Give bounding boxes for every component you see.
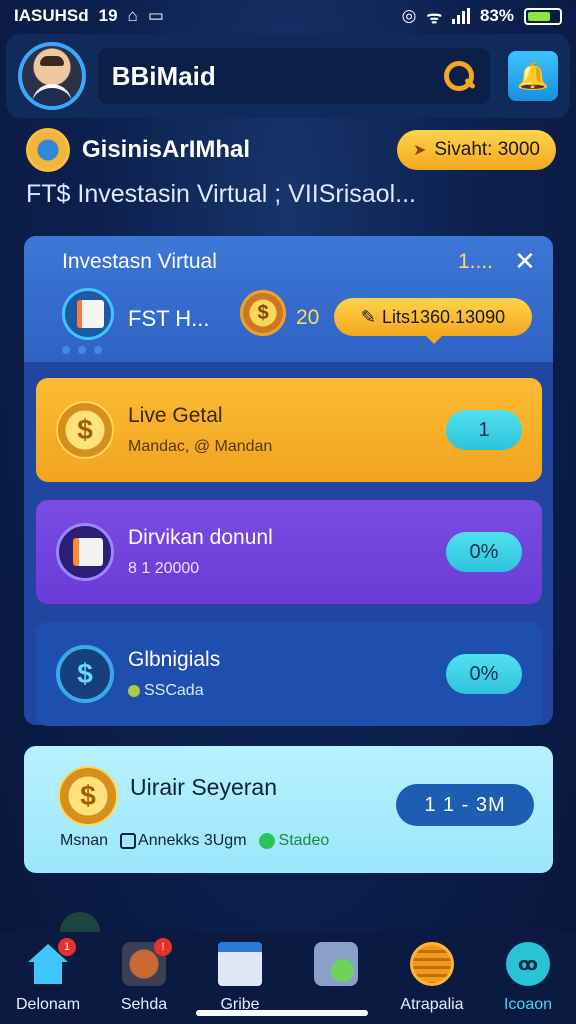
card-subtitle: Mandac, @ Mandan — [128, 438, 273, 455]
panel-header: Investasn Virtual 1.... ✕ FST H... $ 20 … — [24, 236, 553, 362]
notification-badge: 1 — [58, 938, 76, 956]
clock: 19 — [98, 6, 118, 25]
search-icon[interactable] — [442, 59, 476, 93]
tab-label: Icoaon — [503, 996, 553, 1013]
shield-icon: $ — [56, 645, 114, 703]
card-badge[interactable]: 0% — [446, 532, 522, 572]
window-icon — [218, 942, 262, 986]
pager-dots — [62, 346, 102, 354]
bell-icon: 🔔 — [516, 60, 550, 91]
panel-count: 1.... — [458, 250, 494, 273]
brand-name: GisinisArIMhal — [82, 136, 251, 163]
tooltip-text: Lits1360.13090 — [381, 306, 506, 327]
card-text: Dirvikan donunl 8 1 20000 — [128, 526, 446, 578]
card-live[interactable]: $ Live Getal Mandac, @ Mandan 1 — [36, 378, 542, 482]
dollar-coin-icon: $ — [58, 766, 118, 826]
brand-logo-icon — [26, 128, 70, 172]
card-subtitle-text: SSCada — [144, 682, 204, 699]
card-text: Glbnigials SSCada — [128, 648, 446, 700]
status-right: ◎ ᯤ 83% — [402, 5, 562, 28]
carrier-label: IASUHSd — [14, 6, 89, 25]
peek-content — [60, 908, 260, 952]
tab-label: Delonam — [15, 996, 81, 1013]
tab-list[interactable]: Atrapalia — [384, 942, 480, 1024]
card-badge[interactable]: 0% — [446, 654, 522, 694]
card-subtitle: 8 1 20000 — [128, 560, 200, 577]
brand: GisinisArIMhal — [26, 128, 250, 172]
app-header: BBiMaid 🔔 — [6, 34, 570, 118]
dollar-coin-icon: $ — [56, 401, 114, 459]
range-badge[interactable]: 1 1 - 3M — [396, 784, 534, 826]
card-subtitle: SSCada — [128, 682, 446, 700]
meta-info-text: Annekks 3Ugm — [138, 832, 247, 849]
bell-button[interactable]: 🔔 — [508, 51, 559, 101]
investment-panel: Investasn Virtual 1.... ✕ FST H... $ 20 … — [24, 236, 553, 726]
subheading: FT$ Investasin Virtual ; VIISrisaol... — [26, 180, 416, 208]
alarm-icon: ◎ — [401, 6, 417, 25]
search-input[interactable]: BBiMaid — [97, 48, 491, 104]
message-icon: ▭ — [147, 6, 164, 25]
wifi-icon: ᯤ — [426, 7, 442, 27]
savings-card[interactable]: $ Uirair Seyeran 1 1 - 3M Msnan Annekks … — [24, 746, 553, 873]
battery-icon — [524, 7, 562, 25]
tab-label: Sehda — [120, 996, 168, 1013]
meta-info: Annekks 3Ugm — [120, 832, 247, 850]
basket-icon: ! — [122, 938, 172, 986]
meta-status-text: Stadeo — [278, 832, 330, 849]
card-badge[interactable]: 1 — [446, 410, 522, 450]
card-text: Live Getal Mandac, @ Mandan — [128, 404, 446, 456]
brand-row: GisinisArIMhal ➤ Sivaht: 3000 — [26, 128, 556, 172]
card-dividend[interactable]: Dirvikan donunl 8 1 20000 0% — [36, 500, 542, 604]
coins-icon — [314, 942, 358, 986]
checkbox-icon — [120, 832, 137, 849]
notification-icon: ⌂ — [127, 6, 138, 25]
home-icon: 1 — [26, 938, 76, 986]
home-indicator[interactable] — [196, 1010, 368, 1016]
coin-icon: $ — [240, 290, 286, 336]
card-title: Glbnigials — [128, 648, 221, 671]
check-icon — [258, 832, 275, 849]
arrow-icon: ➤ — [412, 142, 427, 159]
tab-community[interactable]: ꝏ Icoaon — [480, 942, 576, 1024]
fsi-label: FST H... — [128, 306, 210, 331]
search-text: BBiMaid — [111, 60, 216, 91]
card-title: Dirvikan donunl — [128, 526, 273, 549]
document-icon — [62, 288, 114, 340]
notification-badge: ! — [154, 938, 172, 956]
balance-text: Sivaht: 3000 — [434, 139, 540, 160]
coin-count: 20 — [296, 306, 320, 329]
meta-label: Msnan — [60, 832, 109, 849]
tab-shop[interactable]: ! Sehda — [96, 938, 192, 1024]
card-title: Live Getal — [128, 404, 223, 427]
meta-status: Stadeo — [258, 832, 330, 850]
panel-title: Investasn Virtual — [62, 250, 217, 273]
people-icon: ꝏ — [506, 942, 550, 986]
battery-percent: 83% — [479, 6, 514, 25]
card-global[interactable]: $ Glbnigials SSCada 0% — [36, 622, 542, 726]
status-bar: IASUHSd 19 ⌂ ▭ ◎ ᯤ 83% — [0, 0, 576, 32]
signal-icon — [451, 8, 470, 24]
savings-title: Uirair Seyeran — [130, 774, 277, 800]
status-left: IASUHSd 19 ⌂ ▭ — [14, 6, 164, 26]
balance-button[interactable]: ➤ Sivaht: 3000 — [396, 130, 556, 170]
tag-icon: ✎ — [360, 306, 376, 327]
documents-icon — [56, 523, 114, 581]
avatar[interactable] — [18, 42, 86, 110]
status-dot-icon — [128, 684, 140, 697]
tab-label: Atrapalia — [400, 996, 464, 1013]
close-icon[interactable]: ✕ — [514, 246, 536, 277]
savings-meta: Msnan Annekks 3Ugm Stadeo — [60, 832, 329, 850]
value-tooltip[interactable]: ✎ Lits1360.13090 — [334, 298, 532, 344]
tab-home[interactable]: 1 Delonam — [0, 938, 96, 1024]
list-icon — [410, 942, 454, 986]
